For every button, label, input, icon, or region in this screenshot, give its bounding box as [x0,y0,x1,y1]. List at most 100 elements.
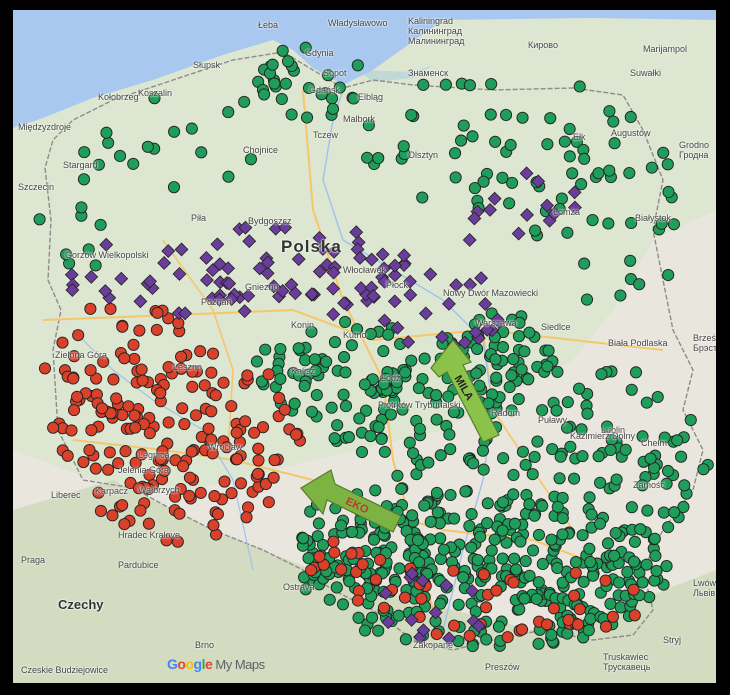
location-marker[interactable] [175,350,188,363]
location-marker[interactable] [378,445,391,458]
location-marker[interactable] [526,468,539,481]
location-marker[interactable] [515,363,528,376]
location-marker[interactable] [174,242,189,257]
location-marker[interactable] [477,175,490,188]
location-marker[interactable] [345,547,358,560]
location-marker[interactable] [276,44,289,57]
location-marker[interactable] [541,360,554,373]
location-marker[interactable] [251,467,264,480]
location-marker[interactable] [449,171,462,184]
location-marker[interactable] [416,191,429,204]
location-marker[interactable] [551,500,564,513]
location-marker[interactable] [417,78,430,91]
location-marker[interactable] [547,602,560,615]
location-marker[interactable] [241,501,255,514]
location-marker[interactable] [662,521,675,534]
location-marker[interactable] [628,535,641,548]
location-marker[interactable] [599,574,612,587]
location-marker[interactable] [519,166,534,181]
location-marker[interactable] [326,102,340,115]
location-marker[interactable] [516,111,529,124]
location-marker[interactable] [507,353,520,366]
location-marker[interactable] [114,271,129,286]
location-marker[interactable] [172,267,187,281]
location-marker[interactable] [266,58,279,71]
location-marker[interactable] [413,422,426,435]
location-marker[interactable] [540,618,554,631]
location-marker[interactable] [195,146,208,159]
location-marker[interactable] [576,529,589,542]
location-marker[interactable] [601,537,615,550]
location-marker[interactable] [328,432,341,445]
location-marker[interactable] [366,611,379,624]
location-marker[interactable] [128,409,141,422]
location-marker[interactable] [555,192,568,205]
location-marker[interactable] [358,624,372,637]
location-marker[interactable] [516,445,529,458]
location-marker[interactable] [573,80,586,93]
location-marker[interactable] [551,561,564,575]
location-marker[interactable] [448,147,462,160]
location-marker[interactable] [523,569,536,582]
location-marker[interactable] [477,463,490,476]
location-marker[interactable] [113,149,127,162]
location-marker[interactable] [259,343,272,356]
location-marker[interactable] [662,268,675,282]
location-marker[interactable] [211,508,224,521]
location-marker[interactable] [65,424,78,437]
location-marker[interactable] [474,530,487,543]
location-marker[interactable] [183,489,196,502]
location-marker[interactable] [519,458,532,471]
location-marker[interactable] [94,504,108,518]
location-marker[interactable] [238,95,251,108]
location-marker[interactable] [372,624,385,637]
location-marker[interactable] [285,108,298,121]
location-marker[interactable] [423,267,438,282]
location-marker[interactable] [518,345,531,358]
location-marker[interactable] [650,564,663,577]
location-marker[interactable] [151,306,164,319]
location-marker[interactable] [67,404,81,417]
location-marker[interactable] [102,136,115,149]
location-marker[interactable] [603,105,616,118]
location-marker[interactable] [237,304,252,319]
location-marker[interactable] [608,549,621,562]
location-marker[interactable] [569,556,582,569]
location-marker[interactable] [671,434,684,447]
location-marker[interactable] [375,247,390,262]
location-marker[interactable] [583,491,596,504]
location-marker[interactable] [604,597,617,610]
location-marker[interactable] [346,525,359,538]
location-marker[interactable] [447,564,460,577]
location-marker[interactable] [327,535,340,548]
location-marker[interactable] [573,603,586,616]
location-marker[interactable] [118,518,131,531]
location-marker[interactable] [571,618,585,631]
location-marker[interactable] [398,591,412,604]
location-marker[interactable] [274,342,287,356]
location-marker[interactable] [457,571,470,584]
location-marker[interactable] [584,612,597,625]
location-marker[interactable] [636,576,649,589]
location-marker[interactable] [252,442,265,455]
location-marker[interactable] [477,568,490,581]
location-marker[interactable] [625,383,638,396]
location-marker[interactable] [544,112,557,125]
location-marker[interactable] [499,108,513,122]
location-marker[interactable] [532,528,546,541]
location-marker[interactable] [577,575,590,588]
location-marker[interactable] [134,504,147,517]
location-marker[interactable] [84,302,97,315]
location-marker[interactable] [489,135,502,148]
location-marker[interactable] [167,181,181,194]
location-marker[interactable] [267,471,280,484]
location-marker[interactable] [599,620,613,633]
location-marker[interactable] [422,456,435,469]
location-marker[interactable] [178,417,191,431]
location-marker[interactable] [177,460,190,473]
location-marker[interactable] [490,584,503,597]
location-marker[interactable] [33,213,46,226]
location-marker[interactable] [258,88,271,101]
location-marker[interactable] [116,320,129,333]
location-marker[interactable] [372,152,385,165]
